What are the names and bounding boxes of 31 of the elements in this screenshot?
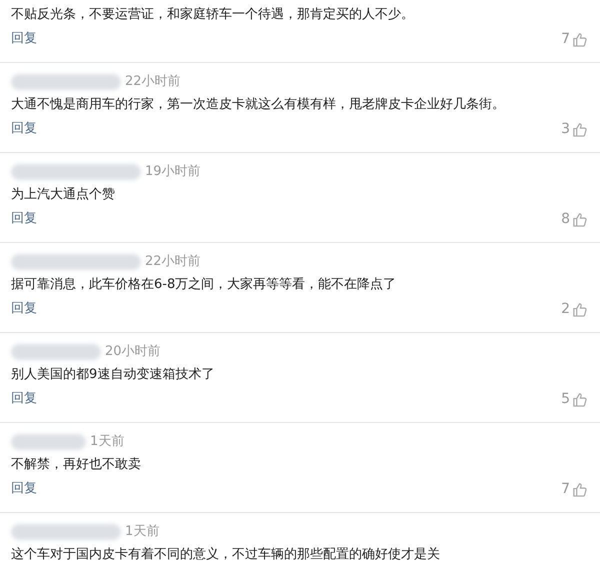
reply-link[interactable]: 回复	[11, 299, 37, 319]
reply-link[interactable]: 回复	[11, 389, 37, 409]
comment-text: 为上汽大通点个赞	[11, 186, 116, 204]
reply-link[interactable]: 回复	[11, 119, 37, 139]
like-button[interactable]: 7	[561, 28, 587, 50]
comment-text: 别人美国的都9速自动变速箱技术了	[11, 366, 216, 384]
like-button[interactable]: 3	[561, 118, 587, 140]
thumbs-up-icon	[572, 32, 587, 46]
thumbs-up-icon	[572, 482, 587, 496]
comment-time: 22小时前	[125, 73, 181, 92]
comment-text: 这个车对于国内皮卡有着不同的意义，不过车辆的那些配置的确好使才是关	[11, 546, 441, 564]
comment-time: 1天前	[125, 523, 160, 542]
comment-time: 19小时前	[145, 163, 201, 182]
like-button[interactable]: 8	[561, 208, 587, 230]
like-button[interactable]: 2	[561, 298, 587, 320]
thumbs-up-icon	[572, 122, 587, 136]
thumbs-up-icon	[572, 392, 587, 406]
comment-text: 据可靠消息，此车价格在6-8万之间，大家再等等看，能不在降点了	[11, 276, 398, 294]
comment-time: 20小时前	[105, 343, 161, 362]
reply-link[interactable]: 回复	[11, 479, 37, 499]
like-button[interactable]: 7	[561, 478, 587, 500]
thumbs-up-icon	[572, 302, 587, 316]
like-button[interactable]: 5	[561, 388, 587, 410]
reply-link[interactable]: 回复	[11, 209, 37, 229]
thumbs-up-icon	[572, 212, 587, 226]
reply-link[interactable]: 回复	[11, 29, 37, 49]
comment-text: 大通不愧是商用车的行家，第一次造皮卡就这么有模有样，甩老牌皮卡企业好几条街。	[11, 96, 506, 114]
comment-time: 1天前	[90, 433, 124, 452]
comment-text: 不贴反光条，不要运营证，和家庭轿车一个待遇，那肯定买的人不少。	[11, 6, 415, 24]
comment-time: 22小时前	[145, 253, 201, 272]
comment-text: 不解禁，再好也不敢卖	[11, 456, 142, 474]
